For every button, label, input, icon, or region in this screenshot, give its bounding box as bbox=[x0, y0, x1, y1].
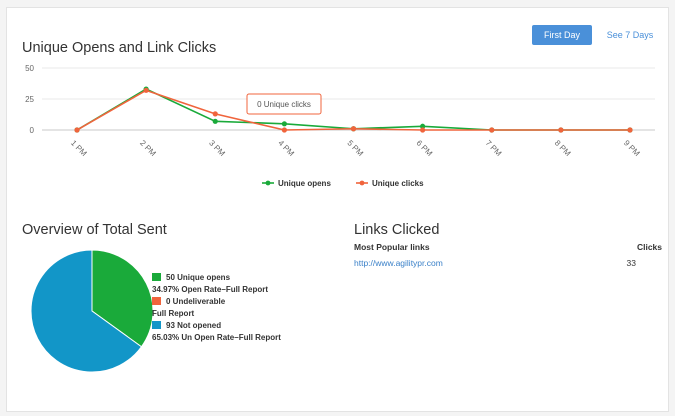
chart-tooltip-text: 0 Unique clicks bbox=[257, 100, 311, 109]
data-point bbox=[212, 111, 218, 117]
legend-label: Unique clicks bbox=[372, 179, 424, 188]
data-point bbox=[489, 127, 495, 133]
pie-legend-item: 0 Undeliverable bbox=[152, 296, 281, 308]
x-tick-label: 6 PM bbox=[415, 138, 435, 158]
pie-legend: 50 Unique opens 34.97% Open Rate–Full Re… bbox=[152, 272, 281, 344]
x-tick-label: 4 PM bbox=[276, 138, 296, 158]
pie-chart-title: Overview of Total Sent bbox=[22, 222, 167, 238]
x-tick-label: 1 PM bbox=[69, 138, 89, 158]
legend-swatch-unique-opens bbox=[152, 273, 161, 281]
x-tick-label: 8 PM bbox=[553, 138, 573, 158]
link-url[interactable]: http://www.agilitypr.com bbox=[354, 258, 443, 268]
data-point bbox=[281, 127, 287, 133]
data-point bbox=[143, 87, 149, 93]
legend-marker bbox=[265, 180, 271, 186]
x-tick-label: 7 PM bbox=[484, 138, 504, 158]
data-point bbox=[627, 127, 633, 133]
data-point bbox=[558, 127, 564, 133]
links-table: Most Popular links Clicks http://www.agi… bbox=[354, 242, 664, 268]
links-clicked-title: Links Clicked bbox=[354, 222, 440, 238]
legend-label: Unique opens bbox=[278, 179, 331, 188]
pie-legend-label[interactable]: 0 Undeliverable bbox=[166, 297, 225, 306]
data-point bbox=[74, 127, 80, 133]
legend-swatch-not-opened bbox=[152, 321, 161, 329]
column-header-clicks: Clicks bbox=[636, 242, 662, 252]
y-tick-label: 50 bbox=[25, 64, 34, 73]
data-point bbox=[281, 121, 287, 127]
y-tick-label: 0 bbox=[30, 126, 35, 135]
x-tick-label: 2 PM bbox=[138, 138, 158, 158]
pie-legend-sub[interactable]: 65.03% Un Open Rate–Full Report bbox=[152, 332, 281, 344]
data-point bbox=[212, 118, 218, 124]
pie-legend-label[interactable]: 50 Unique opens bbox=[166, 273, 230, 282]
pie-legend-item: 50 Unique opens bbox=[152, 272, 281, 284]
legend-marker bbox=[359, 180, 365, 186]
x-tick-label: 9 PM bbox=[622, 138, 642, 158]
y-tick-label: 25 bbox=[25, 95, 34, 104]
table-row: http://www.agilitypr.com 33 bbox=[354, 258, 664, 268]
link-clicks: 33 bbox=[626, 258, 636, 268]
pie-legend-sub[interactable]: 34.97% Open Rate–Full Report bbox=[152, 284, 281, 296]
x-tick-label: 5 PM bbox=[345, 138, 365, 158]
pie-legend-label[interactable]: 93 Not opened bbox=[166, 321, 221, 330]
x-tick-label: 3 PM bbox=[207, 138, 227, 158]
pie-legend-item: 93 Not opened bbox=[152, 320, 281, 332]
data-point bbox=[350, 126, 357, 132]
column-header-links: Most Popular links bbox=[354, 242, 430, 252]
pie-legend-sub[interactable]: Full Report bbox=[152, 308, 281, 320]
legend-swatch-undeliverable bbox=[152, 297, 161, 305]
data-point bbox=[420, 127, 426, 133]
links-table-header: Most Popular links Clicks bbox=[354, 242, 664, 252]
pie-chart bbox=[30, 249, 154, 373]
